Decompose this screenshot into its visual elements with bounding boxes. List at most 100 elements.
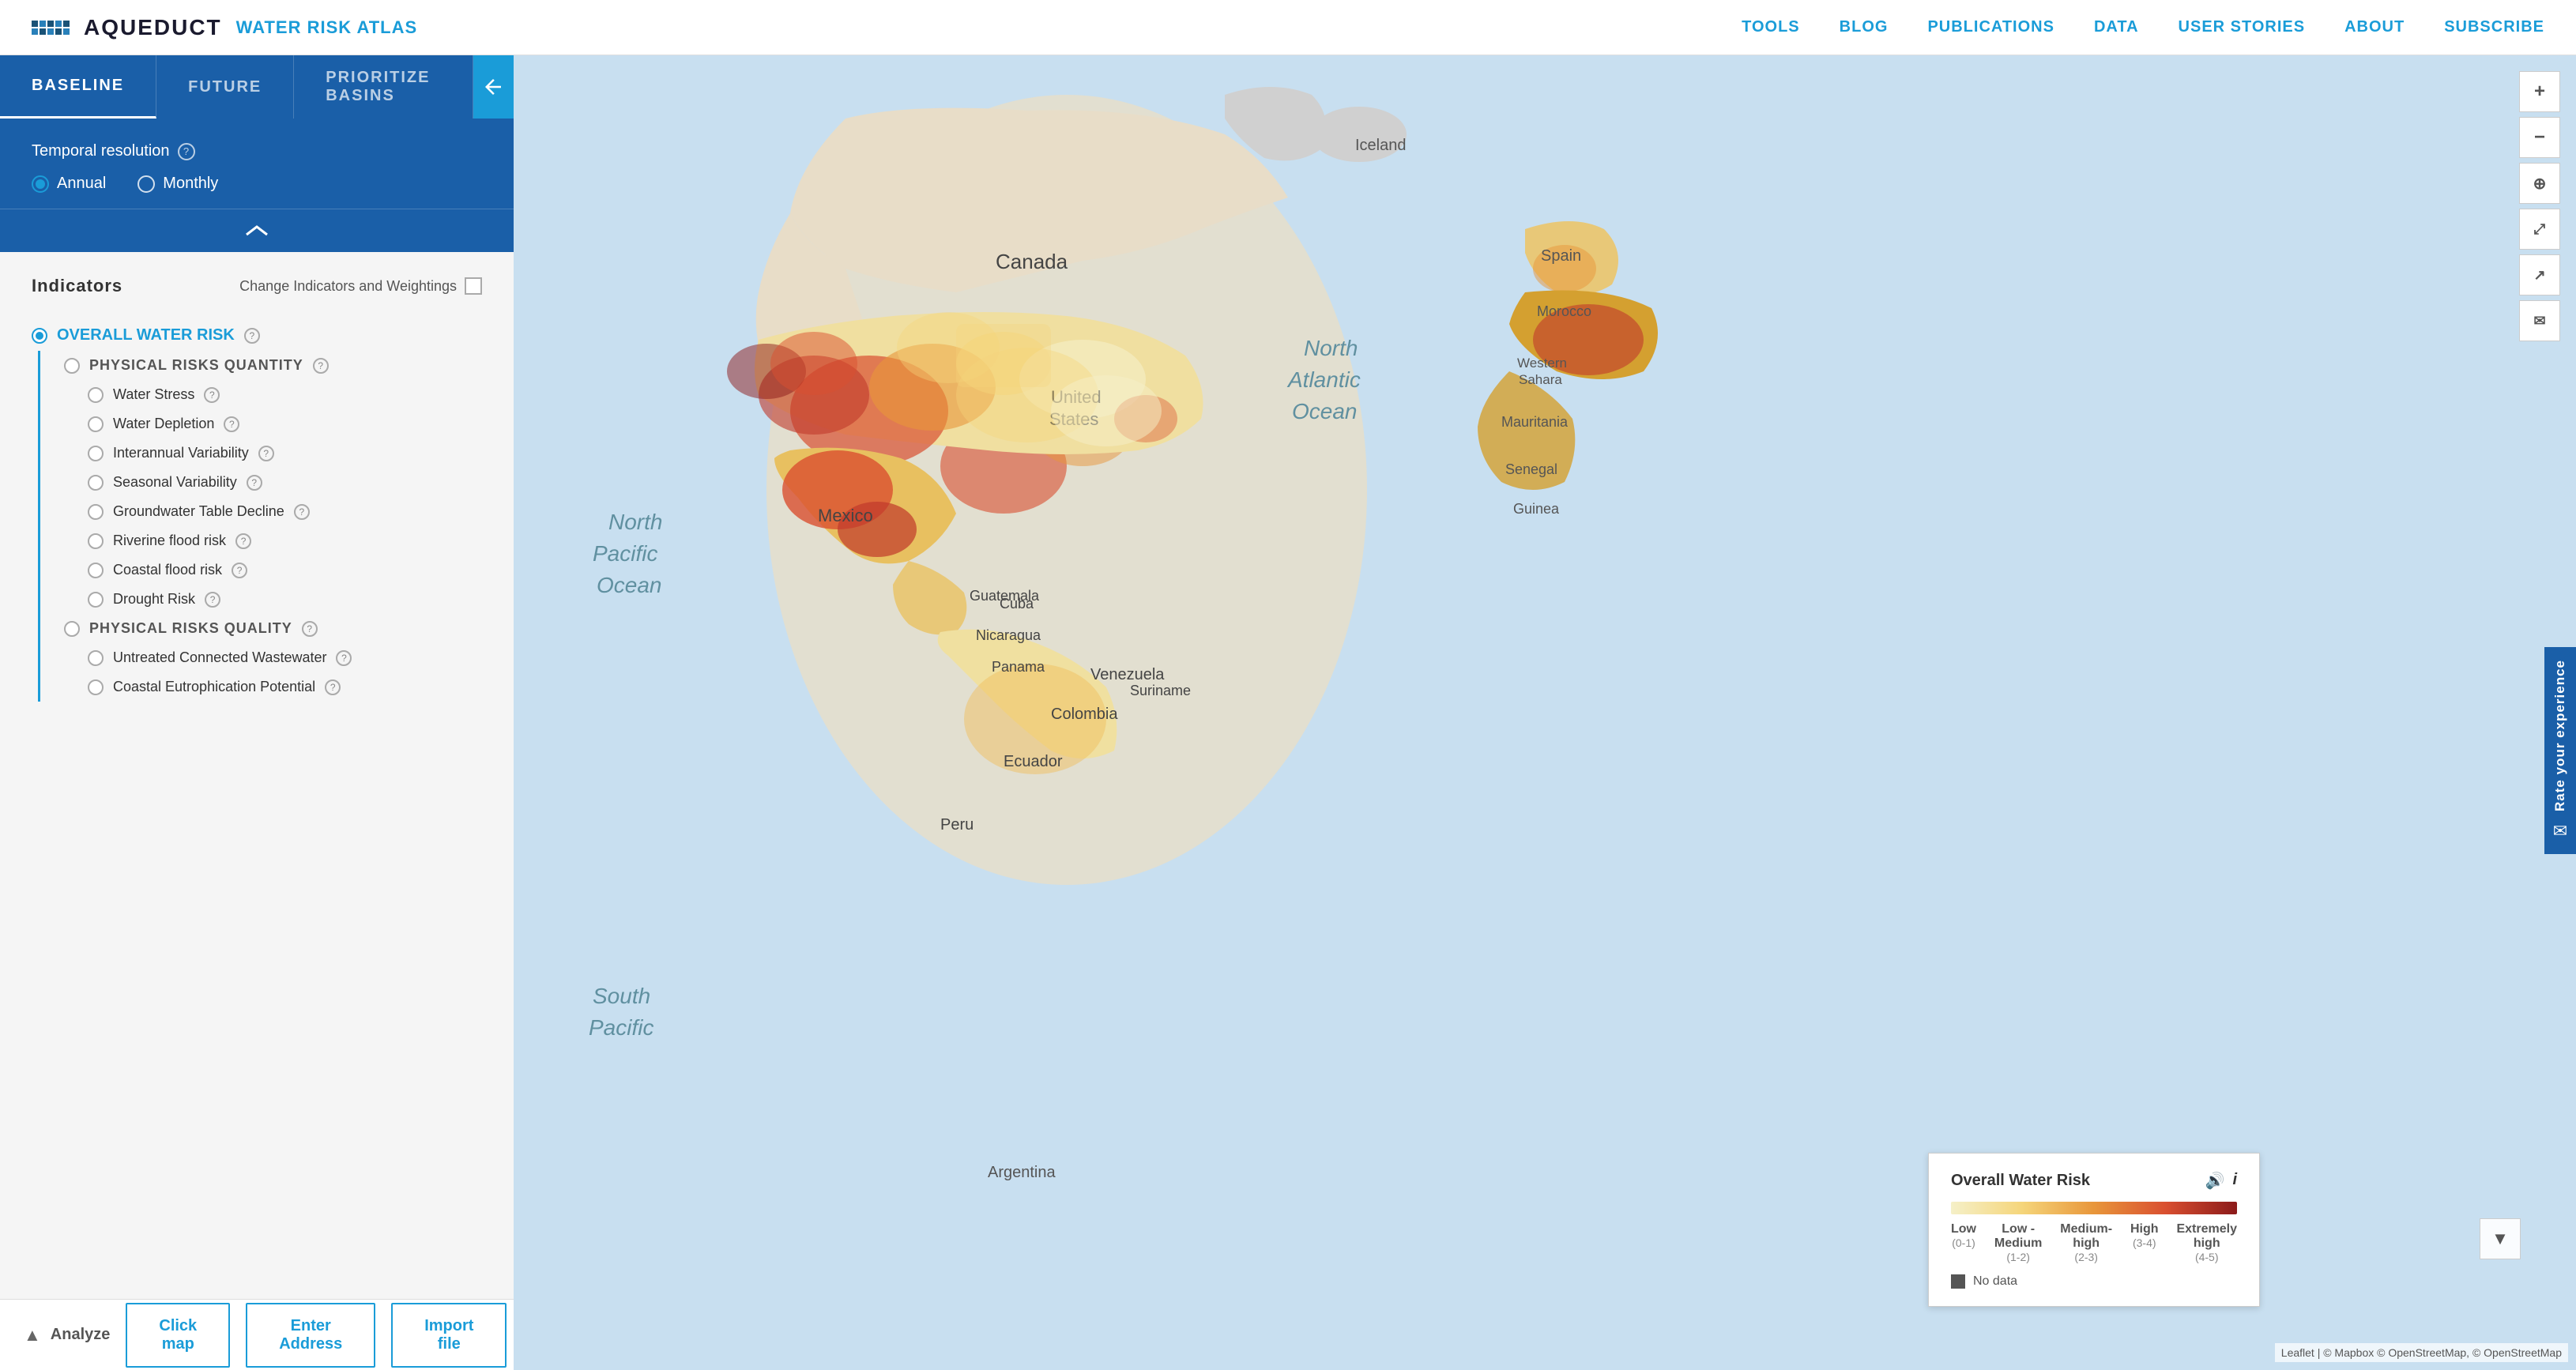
message-button[interactable]: ✉ — [2519, 300, 2560, 341]
nav-blog[interactable]: BLOG — [1840, 18, 1889, 36]
indicators-title: Indicators — [32, 276, 122, 296]
layer-button[interactable]: ⊕ — [2519, 163, 2560, 204]
nav-publications[interactable]: PUBLICATIONS — [1927, 18, 2054, 36]
untreated-wastewater-option[interactable]: Untreated Connected Wastewater ? — [88, 643, 482, 672]
svg-text:Nicaragua: Nicaragua — [976, 627, 1041, 643]
radio-gd-outer — [88, 504, 104, 520]
physical-risks-quantity-help[interactable]: ? — [313, 358, 329, 374]
drought-risk-help[interactable]: ? — [205, 592, 220, 608]
back-button[interactable] — [473, 55, 514, 119]
physical-risks-quality-option[interactable]: PHYSICAL RISKS QUALITY ? — [64, 614, 482, 643]
riverine-flood-label: Riverine flood risk — [113, 533, 226, 549]
interannual-variability-help[interactable]: ? — [258, 446, 274, 461]
nav-tools[interactable]: TOOLS — [1742, 18, 1800, 36]
scroll-down-button[interactable]: ▼ — [2480, 1218, 2521, 1259]
tab-future[interactable]: FUTURE — [156, 55, 294, 119]
groundwater-decline-option[interactable]: Groundwater Table Decline ? — [88, 497, 482, 526]
tab-prioritize-basins[interactable]: PRIORITIZE BASINS — [294, 55, 473, 119]
svg-text:North: North — [1304, 336, 1358, 360]
overall-water-risk-help[interactable]: ? — [244, 328, 260, 344]
coastal-flood-option[interactable]: Coastal flood risk ? — [88, 555, 482, 585]
nav-data[interactable]: DATA — [2094, 18, 2139, 36]
water-stress-help[interactable]: ? — [204, 387, 220, 403]
untreated-wastewater-help[interactable]: ? — [336, 650, 352, 666]
legend-layer-icon[interactable]: 🔊 — [2205, 1171, 2225, 1191]
tab-baseline[interactable]: BASELINE — [0, 55, 156, 119]
water-stress-option[interactable]: Water Stress ? — [88, 380, 482, 409]
radio-cf-outer — [88, 563, 104, 578]
coastal-flood-help[interactable]: ? — [232, 563, 247, 578]
water-depletion-help[interactable]: ? — [224, 416, 239, 432]
svg-text:Canada: Canada — [996, 250, 1068, 273]
radio-dr-outer — [88, 592, 104, 608]
svg-text:Iceland: Iceland — [1355, 137, 1407, 154]
share-button[interactable]: ↗ — [2519, 254, 2560, 295]
change-indicators[interactable]: Change Indicators and Weightings — [239, 277, 482, 295]
radio-annual-inner — [36, 179, 45, 189]
drought-risk-option[interactable]: Drought Risk ? — [88, 585, 482, 614]
nav-about[interactable]: ABOUT — [2344, 18, 2405, 36]
top-navigation: AQUEDUCT WATER RISK ATLAS TOOLS BLOG PUB… — [0, 0, 2576, 55]
groundwater-decline-help[interactable]: ? — [294, 504, 310, 520]
map-attribution: Leaflet | © Mapbox © OpenStreetMap, © Op… — [2275, 1343, 2568, 1362]
left-panel: BASELINE FUTURE PRIORITIZE BASINS Tempor… — [0, 55, 514, 1370]
zoom-in-button[interactable]: + — [2519, 71, 2560, 112]
untreated-wastewater-label: Untreated Connected Wastewater — [113, 649, 326, 666]
physical-risks-quantity-option[interactable]: PHYSICAL RISKS QUANTITY ? — [64, 351, 482, 380]
riverine-flood-option[interactable]: Riverine flood risk ? — [88, 526, 482, 555]
coastal-eutrophication-help[interactable]: ? — [325, 679, 341, 695]
indicators-section: Indicators Change Indicators and Weighti… — [0, 252, 514, 1299]
radio-sv-outer — [88, 475, 104, 491]
physical-risks-quality-help[interactable]: ? — [302, 621, 318, 637]
physical-risks-quality-children: Untreated Connected Wastewater ? Coastal… — [64, 643, 482, 702]
seasonal-variability-option[interactable]: Seasonal Variability ? — [88, 468, 482, 497]
enter-address-button[interactable]: Enter Address — [246, 1303, 375, 1368]
legend-info-icon[interactable]: i — [2232, 1171, 2237, 1191]
svg-text:Western: Western — [1517, 356, 1567, 371]
svg-text:Colombia: Colombia — [1051, 706, 1118, 723]
import-file-button[interactable]: Import file — [391, 1303, 507, 1368]
collapse-bar[interactable] — [0, 209, 514, 252]
indicators-header: Indicators Change Indicators and Weighti… — [32, 276, 482, 296]
change-indicators-checkbox[interactable] — [465, 277, 482, 295]
coastal-eutrophication-label: Coastal Eutrophication Potential — [113, 679, 315, 695]
zoom-out-button[interactable]: − — [2519, 117, 2560, 158]
radio-prqual-outer — [64, 621, 80, 637]
seasonal-variability-label: Seasonal Variability — [113, 474, 237, 491]
legend-label-high: High (3-4) — [2130, 1222, 2159, 1263]
seasonal-variability-help[interactable]: ? — [247, 475, 262, 491]
click-map-button[interactable]: Click map — [126, 1303, 230, 1368]
fullscreen-button[interactable]: ⤢ — [2519, 209, 2560, 250]
logo-subtitle: WATER RISK ATLAS — [236, 17, 417, 38]
logo-name: AQUEDUCT — [84, 15, 222, 40]
main-layout: BASELINE FUTURE PRIORITIZE BASINS Tempor… — [0, 55, 2576, 1370]
radio-monthly[interactable]: Monthly — [137, 175, 218, 193]
temporal-section: Temporal resolution ? Annual Monthly — [0, 119, 514, 209]
rate-experience-panel[interactable]: Rate your experience ✉ — [2544, 647, 2576, 854]
svg-text:North: North — [608, 510, 662, 534]
temporal-help-icon[interactable]: ? — [178, 143, 195, 160]
radio-annual-outer — [32, 175, 49, 193]
radio-annual[interactable]: Annual — [32, 175, 106, 193]
svg-text:South: South — [593, 984, 650, 1008]
nav-user-stories[interactable]: USER STORIES — [2179, 18, 2306, 36]
svg-text:Panama: Panama — [992, 659, 1045, 675]
analyze-chevron-icon: ▲ — [24, 1325, 41, 1346]
svg-text:Mauritania: Mauritania — [1501, 414, 1569, 430]
coastal-eutrophication-option[interactable]: Coastal Eutrophication Potential ? — [88, 672, 482, 702]
water-depletion-option[interactable]: Water Depletion ? — [88, 409, 482, 438]
map-area[interactable]: North Pacific Ocean North Atlantic Ocean… — [514, 55, 2576, 1370]
legend-label-low-medium: Low - Medium (1-2) — [1994, 1222, 2042, 1263]
svg-text:Pacific: Pacific — [593, 541, 657, 566]
physical-risks-quantity-label: PHYSICAL RISKS QUANTITY — [89, 357, 303, 374]
analyze-toggle[interactable]: ▲ Analyze — [24, 1325, 110, 1346]
riverine-flood-help[interactable]: ? — [235, 533, 251, 549]
interannual-variability-option[interactable]: Interannual Variability ? — [88, 438, 482, 468]
svg-text:Guinea: Guinea — [1513, 501, 1560, 517]
nav-subscribe[interactable]: SUBSCRIBE — [2444, 18, 2544, 36]
svg-text:Senegal: Senegal — [1505, 461, 1557, 477]
legend-label-extremely-high: Extremely high (4-5) — [2176, 1222, 2237, 1263]
indicator-overall-water-risk-option[interactable]: OVERALL WATER RISK ? — [32, 320, 482, 351]
rate-experience-text: Rate your experience — [2552, 660, 2568, 811]
svg-text:Pacific: Pacific — [589, 1015, 653, 1040]
